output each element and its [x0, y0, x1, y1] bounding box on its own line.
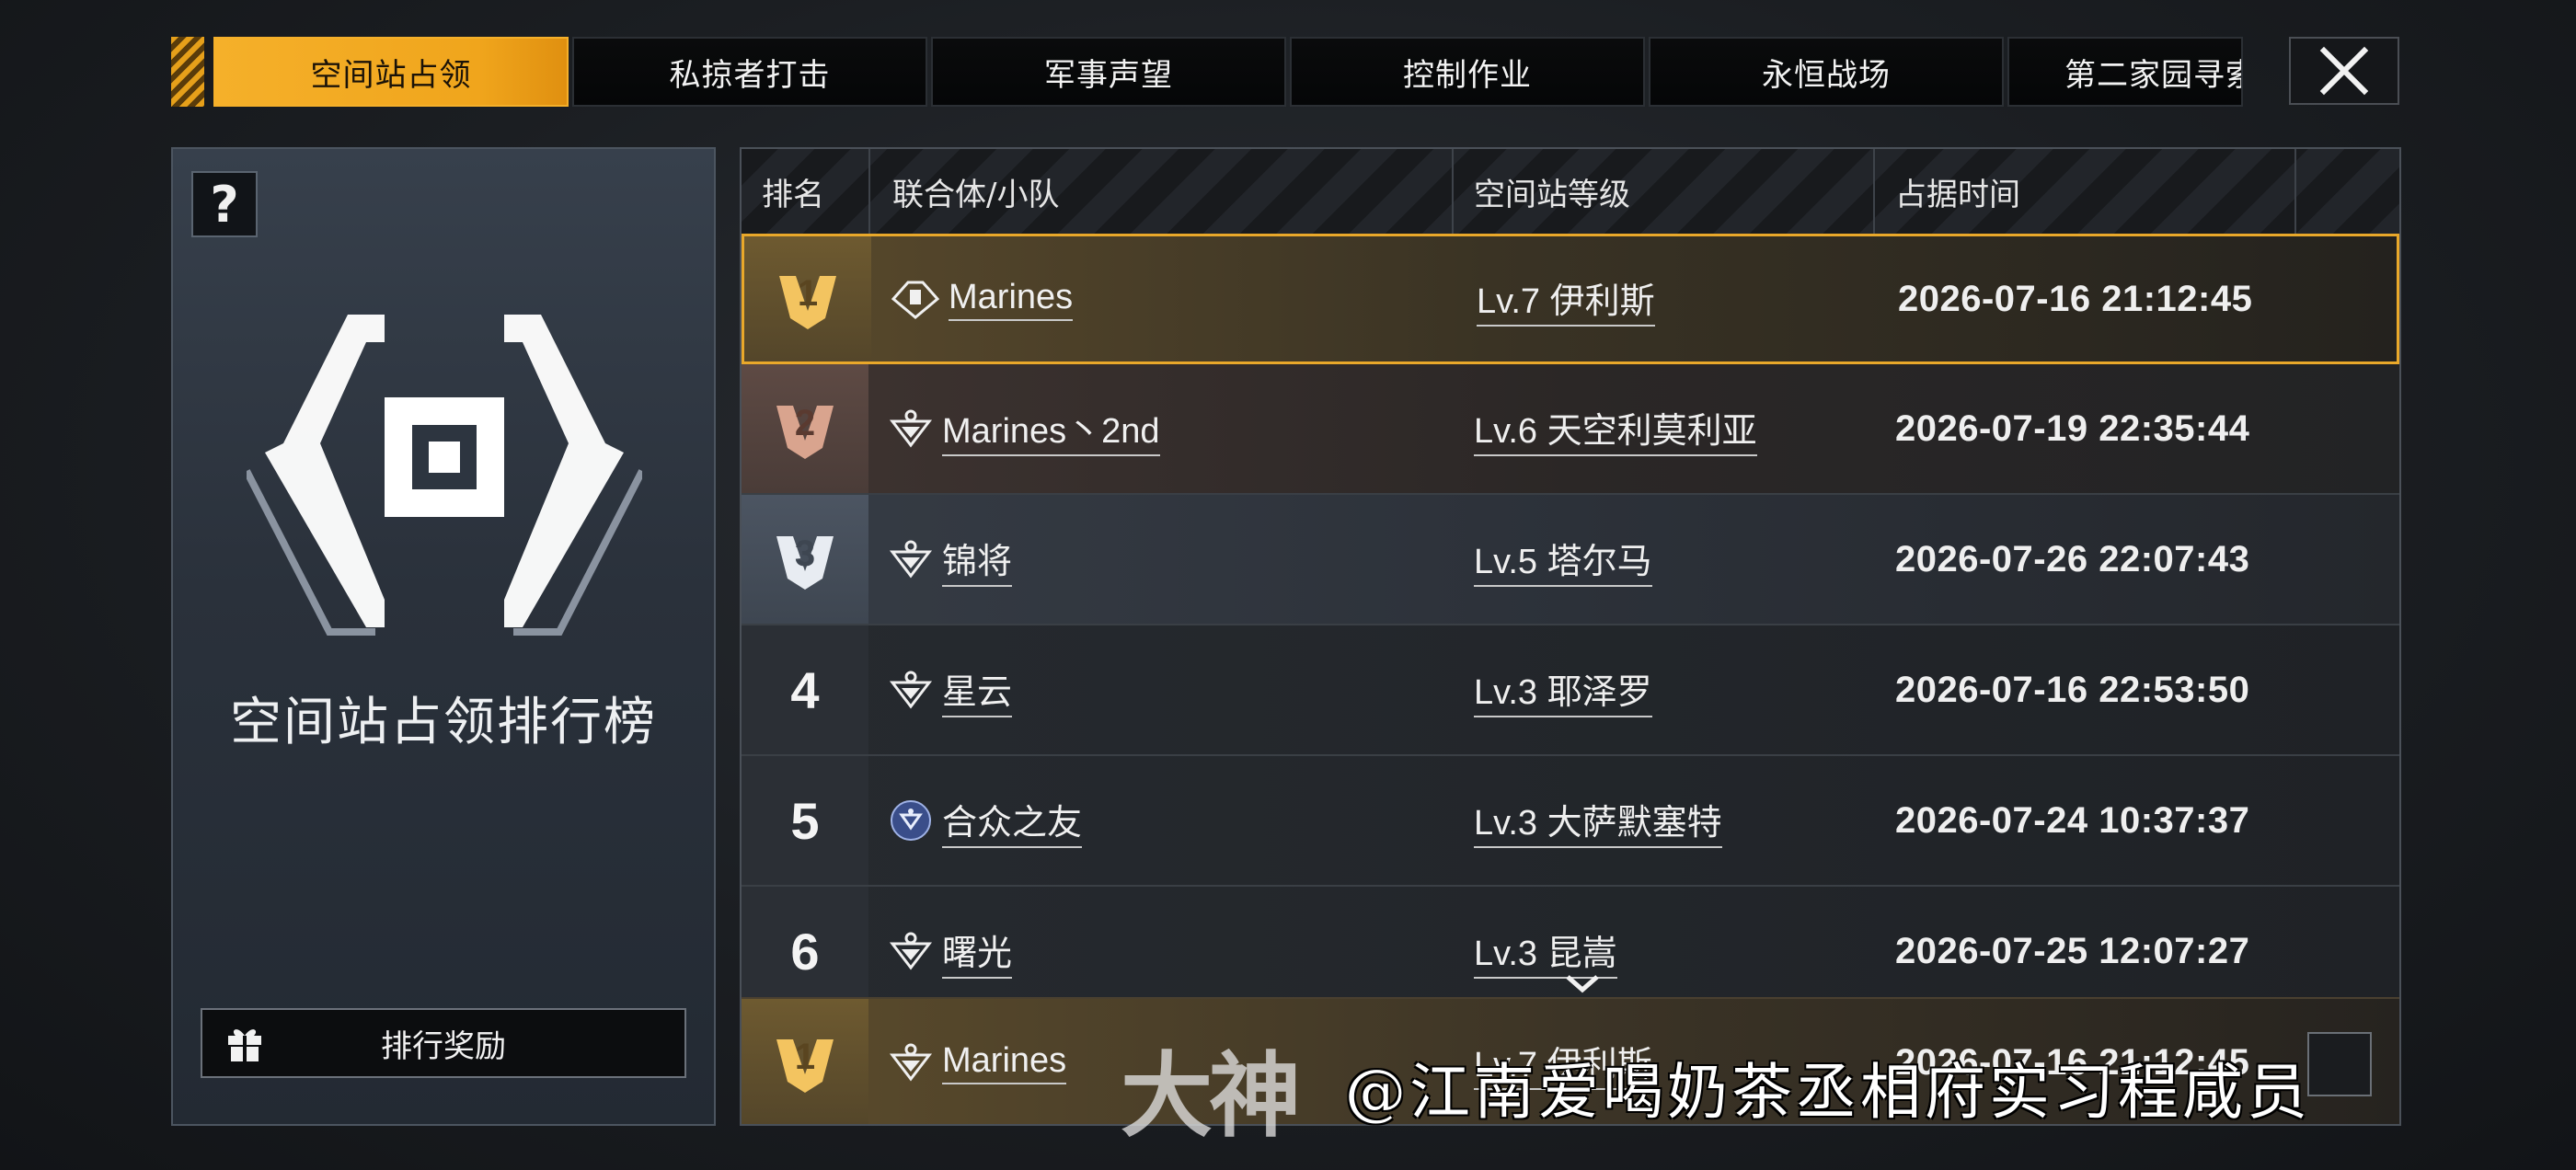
team-name-link[interactable]: 合众之友: [942, 794, 1083, 848]
alliance-emblem-icon: [889, 409, 933, 448]
header-level: 空间站等级: [1474, 176, 1630, 213]
header-divider: [2294, 149, 2296, 234]
team-name-link[interactable]: Marines丶2nd: [942, 402, 1160, 456]
occupation-time: 2026-07-24 10:37:37: [1895, 799, 2250, 841]
occupation-time: 2026-07-25 12:07:27: [1895, 930, 2250, 971]
background-decoration: [208, 116, 213, 136]
occupation-time: 2026-07-26 22:07:43: [1895, 538, 2250, 579]
rank-number: 4: [790, 660, 820, 719]
header-divider: [868, 149, 870, 234]
rank-number: 5: [790, 791, 820, 850]
alliance-emblem-icon: [889, 540, 933, 579]
rank-number: 1: [795, 1037, 815, 1077]
alliance-emblem-icon: [889, 671, 933, 709]
help-button[interactable]: ?: [191, 171, 258, 237]
rank-medal-icon: 2: [776, 403, 834, 459]
header-divider: [1452, 149, 1454, 234]
rank-cell: 5: [742, 756, 868, 885]
station-level-link[interactable]: Lv.7 伊利斯: [1477, 272, 1655, 327]
rank-number: 3: [795, 533, 815, 574]
tab-bar: 空间站占领 私掠者打击 军事声望 控制作业 永恒战场 第二家园寻索: [213, 37, 2243, 107]
team-name-link[interactable]: 星云: [942, 663, 1013, 717]
team-name-link[interactable]: 曙光: [942, 924, 1013, 979]
rank-number: 2: [795, 403, 815, 443]
station-level-link[interactable]: Lv.5 塔尔马: [1474, 533, 1652, 587]
tab-eternal-battlefield[interactable]: 永恒战场: [1649, 37, 2004, 107]
space-station-emblem-icon: [247, 315, 642, 636]
tab-privateer-strike[interactable]: 私掠者打击: [572, 37, 927, 107]
team-name-link[interactable]: Marines: [942, 1041, 1067, 1084]
rank-medal-icon: 1: [779, 273, 836, 329]
team-name-link[interactable]: 锦将: [942, 533, 1013, 587]
occupation-time: 2026-07-16 22:53:50: [1895, 669, 2250, 710]
close-button[interactable]: [2289, 37, 2399, 105]
header-team: 联合体/小队: [892, 176, 1060, 213]
chevron-down-icon[interactable]: [1564, 973, 1601, 995]
leaderboard-info-panel: ? 空间站占领排行榜 排行奖励: [171, 147, 716, 1126]
close-icon: [2319, 46, 2369, 96]
rank-badge-silver: 3: [742, 495, 868, 624]
header-divider: [1873, 149, 1875, 234]
occupation-time: 2026-07-16 21:12:45: [1898, 278, 2253, 319]
occupation-time: 2026-07-19 22:35:44: [1895, 407, 2250, 449]
question-icon: ?: [210, 175, 239, 234]
rank-badge-gold: 1: [742, 999, 868, 1124]
rank-medal-icon: 1: [776, 1037, 834, 1093]
header-time: 占据时间: [1895, 176, 2020, 213]
rank-number: 6: [790, 922, 820, 981]
station-level-link[interactable]: Lv.3 昆嵩: [1474, 924, 1617, 979]
alliance-emblem-icon: [889, 932, 933, 970]
tab-space-station-occupation[interactable]: 空间站占领: [213, 37, 569, 107]
rank-cell: 4: [742, 625, 868, 754]
rank-badge-gold: 1: [744, 236, 871, 361]
locate-self-button[interactable]: [2307, 1032, 2372, 1096]
table-row[interactable]: 1 Marines Lv.7 伊利斯 2026-07-16 21:12:45: [742, 234, 2399, 364]
rank-medal-icon: 3: [776, 533, 834, 590]
rank-number: 1: [798, 273, 818, 314]
alliance-emblem-icon: [889, 1043, 933, 1082]
header-rank: 排名: [762, 176, 824, 213]
table-row[interactable]: 3 锦将 Lv.5 塔尔马 2026-07-26 22:07:43: [742, 495, 2399, 625]
alliance-emblem-icon: [891, 281, 939, 319]
rank-badge-bronze: 2: [742, 364, 868, 493]
rank-cell: 6: [742, 887, 868, 1015]
table-row[interactable]: 4 星云 Lv.3 耶泽罗 2026-07-16 22:53:50: [742, 625, 2399, 756]
panel-title: 空间站占领排行榜: [230, 693, 657, 752]
round-team-icon: [891, 800, 931, 841]
station-level-link[interactable]: Lv.3 耶泽罗: [1474, 663, 1652, 717]
table-row[interactable]: 2 Marines丶2nd Lv.6 天空利莫利亚 2026-07-19 22:…: [742, 364, 2399, 495]
table-header: 排名 联合体/小队 空间站等级 占据时间: [742, 149, 2399, 235]
tab-military-reputation[interactable]: 军事声望: [931, 37, 1286, 107]
station-level-link[interactable]: Lv.3 大萨默塞特: [1474, 794, 1722, 848]
tab-control-operation[interactable]: 控制作业: [1290, 37, 1645, 107]
table-row[interactable]: 5 合众之友 Lv.3 大萨默塞特 2026-07-24 10:37:37: [742, 756, 2399, 887]
team-name-link[interactable]: Marines: [949, 278, 1074, 321]
tab-second-home-search[interactable]: 第二家园寻索: [2007, 37, 2243, 107]
watermark-text: @江南爱喝奶茶丞相府实习程咸员: [1345, 1057, 2311, 1128]
tab-bar-stripe: [171, 37, 204, 107]
ranking-reward-label: 排行奖励: [381, 1027, 506, 1065]
watermark-logo: 大神: [1121, 1042, 1301, 1150]
station-level-link[interactable]: Lv.6 天空利莫利亚: [1474, 402, 1757, 456]
ranking-reward-button[interactable]: 排行奖励: [201, 1008, 686, 1078]
